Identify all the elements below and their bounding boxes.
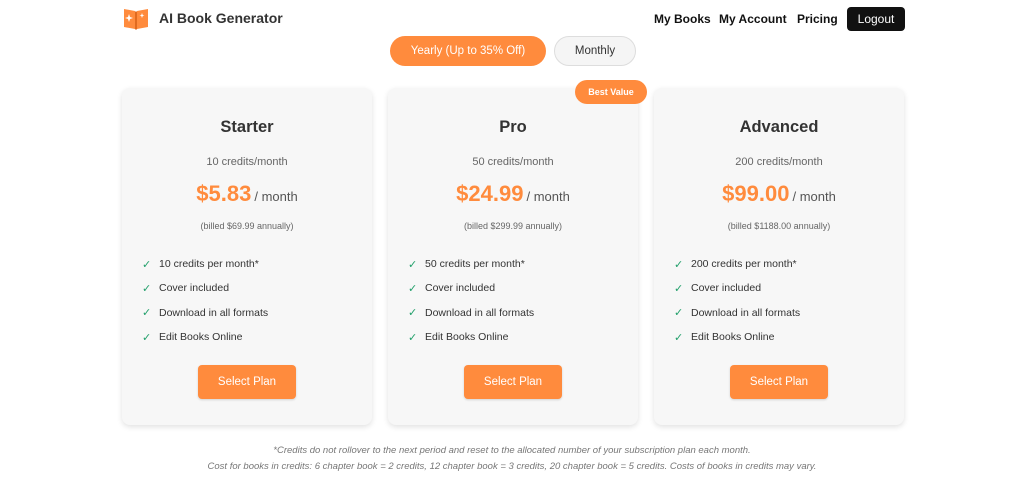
brand-name[interactable]: AI Book Generator xyxy=(159,10,283,26)
plan-price-row: $24.99/ month xyxy=(388,181,638,207)
feature-item: ✓ 10 credits per month* xyxy=(142,252,268,276)
plan-billed-note: (billed $299.99 annually) xyxy=(463,221,563,231)
feature-list: ✓ 50 credits per month* ✓ Cover included ✓… xyxy=(408,252,534,349)
feature-item: ✓ 50 credits per month* xyxy=(408,252,534,276)
check-icon: ✓ xyxy=(674,282,684,295)
feature-label: Download in all formats xyxy=(159,306,269,319)
feature-label: Edit Books Online xyxy=(425,331,509,344)
plan-credits: 200 credits/month xyxy=(735,156,823,168)
check-icon: ✓ xyxy=(408,282,418,295)
feature-item: ✓ Edit Books Online xyxy=(142,325,268,349)
check-icon: ✓ xyxy=(142,307,152,320)
plan-credits: 10 credits/month xyxy=(206,156,288,168)
check-icon: ✓ xyxy=(674,331,684,344)
feature-label: Download in all formats xyxy=(425,306,535,319)
check-icon: ✓ xyxy=(674,258,684,271)
monthly-toggle-button[interactable]: Monthly xyxy=(554,36,636,66)
feature-item: ✓ Cover included xyxy=(408,276,534,300)
check-icon: ✓ xyxy=(408,258,418,271)
feature-label: Cover included xyxy=(425,282,496,295)
logout-button[interactable]: Logout xyxy=(847,7,905,31)
nav-pricing[interactable]: Pricing xyxy=(797,12,838,26)
nav-my-books[interactable]: My Books xyxy=(654,12,711,26)
select-plan-button-pro[interactable]: Select Plan xyxy=(464,365,562,399)
plan-billed-note: (billed $69.99 annually) xyxy=(200,221,294,231)
plan-period: / month xyxy=(792,189,836,204)
select-plan-button-starter[interactable]: Select Plan xyxy=(198,365,296,399)
plan-card-pro: Pro 50 credits/month $24.99/ month (bill… xyxy=(388,88,638,425)
plan-card-starter: Starter 10 credits/month $5.83/ month (b… xyxy=(122,88,372,425)
credits-rollover-note: *Credits do not rollover to the next per… xyxy=(273,445,751,456)
feature-label: 50 credits per month* xyxy=(425,258,525,271)
feature-label: 200 credits per month* xyxy=(691,258,797,271)
check-icon: ✓ xyxy=(142,258,152,271)
plan-price: $99.00 xyxy=(722,181,790,206)
plan-title: Advanced xyxy=(739,118,819,136)
feature-item: ✓ Edit Books Online xyxy=(408,325,534,349)
feature-list: ✓ 200 credits per month* ✓ Cover included … xyxy=(674,252,800,349)
feature-label: Edit Books Online xyxy=(691,331,775,344)
select-plan-button-advanced[interactable]: Select Plan xyxy=(730,365,828,399)
plan-price: $5.83 xyxy=(196,181,252,206)
plan-title: Starter xyxy=(220,118,274,136)
check-icon: ✓ xyxy=(142,331,152,344)
feature-label: 10 credits per month* xyxy=(159,258,259,271)
feature-item: ✓ Edit Books Online xyxy=(674,325,800,349)
top-nav: AI Book Generator My Books My Account Pr… xyxy=(0,0,1024,38)
plan-period: / month xyxy=(254,189,298,204)
book-logo-icon[interactable] xyxy=(122,5,150,31)
check-icon: ✓ xyxy=(408,331,418,344)
best-value-badge: Best Value xyxy=(575,80,647,104)
feature-label: Cover included xyxy=(691,282,762,295)
plan-billed-note: (billed $1188.00 annually) xyxy=(727,221,831,231)
plan-price: $24.99 xyxy=(456,181,524,206)
feature-item: ✓ Download in all formats xyxy=(408,301,534,325)
feature-label: Cover included xyxy=(159,282,230,295)
yearly-toggle-button[interactable]: Yearly (Up to 35% Off) xyxy=(390,36,546,66)
check-icon: ✓ xyxy=(142,282,152,295)
plan-price-row: $99.00/ month xyxy=(654,181,904,207)
feature-item: ✓ Download in all formats xyxy=(674,301,800,325)
nav-my-account[interactable]: My Account xyxy=(719,12,787,26)
feature-item: ✓ Cover included xyxy=(142,276,268,300)
feature-item: ✓ Cover included xyxy=(674,276,800,300)
plan-credits: 50 credits/month xyxy=(472,156,554,168)
feature-item: ✓ 200 credits per month* xyxy=(674,252,800,276)
plan-period: / month xyxy=(526,189,570,204)
credits-cost-note: Cost for books in credits: 6 chapter boo… xyxy=(207,461,817,472)
feature-label: Download in all formats xyxy=(691,306,801,319)
check-icon: ✓ xyxy=(674,307,684,320)
check-icon: ✓ xyxy=(408,307,418,320)
feature-item: ✓ Download in all formats xyxy=(142,301,268,325)
feature-list: ✓ 10 credits per month* ✓ Cover included ✓… xyxy=(142,252,268,349)
plan-card-advanced: Advanced 200 credits/month $99.00/ month… xyxy=(654,88,904,425)
plan-price-row: $5.83/ month xyxy=(122,181,372,207)
plan-title: Pro xyxy=(499,118,527,136)
feature-label: Edit Books Online xyxy=(159,331,243,344)
